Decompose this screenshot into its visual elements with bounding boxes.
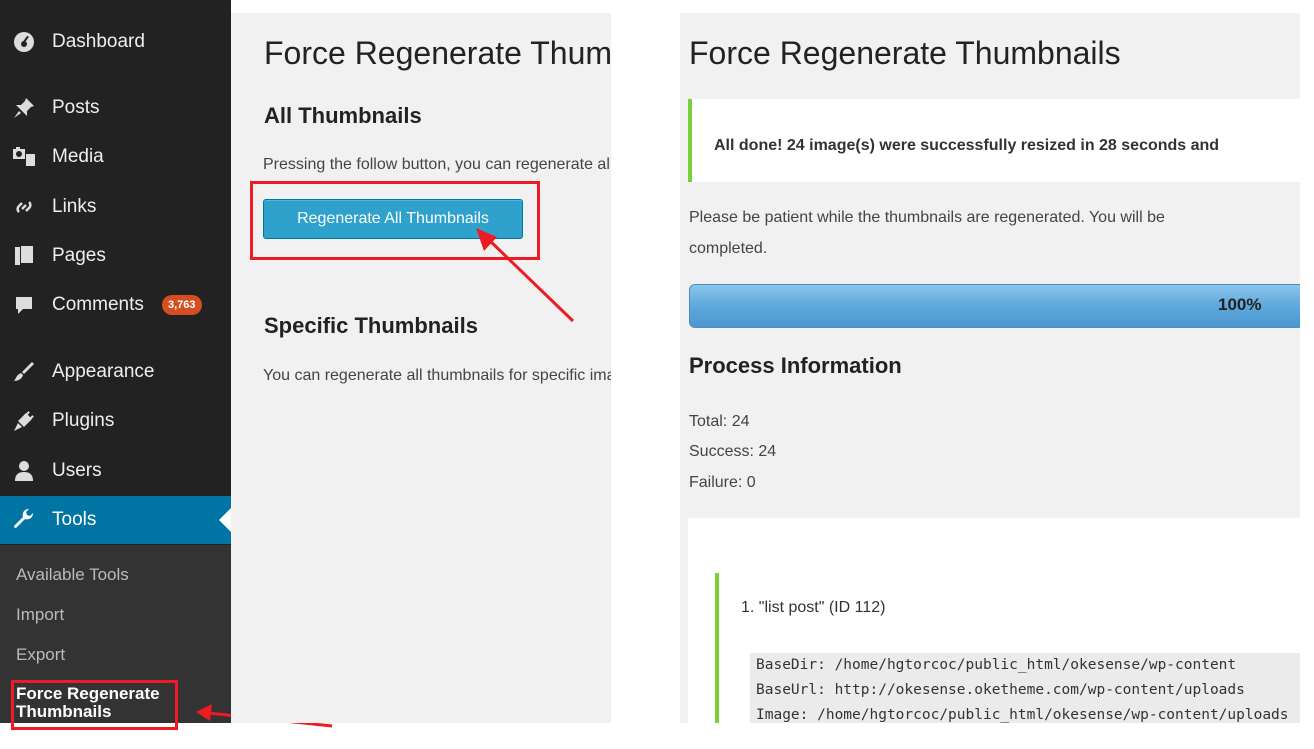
process-log: 1. "list post" (ID 112) BaseDir: /home/h… xyxy=(688,518,1300,723)
page-title: Force Regenerate Thumbnails xyxy=(689,35,1121,71)
right-page-content: Force Regenerate Thumbnails All done! 24… xyxy=(680,13,1300,723)
sidebar-item-label: Comments xyxy=(52,294,144,315)
sidebar-item-links[interactable]: Links xyxy=(0,187,231,227)
progress-label: 100% xyxy=(1218,295,1262,314)
log-line-basedir: BaseDir: /home/hgtorcoc/public_html/okes… xyxy=(750,653,1300,678)
submenu-available-tools[interactable]: Available Tools xyxy=(16,565,129,585)
notice-text: All done! 24 image(s) were successfully … xyxy=(714,137,1220,154)
all-thumbnails-heading: All Thumbnails xyxy=(264,103,422,128)
users-icon xyxy=(11,458,37,484)
sidebar-item-comments[interactable]: Comments 3,763 xyxy=(0,285,231,325)
sidebar-item-tools[interactable]: Tools xyxy=(0,496,231,544)
log-line-baseurl: BaseUrl: http://okesense.oketheme.com/wp… xyxy=(750,678,1300,703)
sidebar-item-label: Dashboard xyxy=(52,31,145,52)
plugin-icon xyxy=(11,408,37,434)
annotation-arrow-icon xyxy=(476,228,575,323)
comment-count-badge: 3,763 xyxy=(162,295,202,315)
specific-thumbnails-heading: Specific Thumbnails xyxy=(264,313,478,338)
submenu-export[interactable]: Export xyxy=(16,645,65,665)
log-entry: 1. "list post" (ID 112) BaseDir: /home/h… xyxy=(715,573,1300,723)
success-notice: All done! 24 image(s) were successfully … xyxy=(688,99,1300,182)
submenu-import[interactable]: Import xyxy=(16,605,64,625)
sidebar-item-posts[interactable]: Posts xyxy=(0,88,231,128)
media-icon xyxy=(11,144,37,170)
sidebar-item-pages[interactable]: Pages xyxy=(0,236,231,276)
sidebar-item-label: Links xyxy=(52,196,97,217)
progress-bar: 100% xyxy=(689,284,1300,328)
active-caret xyxy=(219,508,231,532)
log-entry-title: 1. "list post" (ID 112) xyxy=(741,599,886,616)
sidebar-item-label: Appearance xyxy=(52,361,155,382)
specific-thumbnails-description: You can regenerate all thumbnails for sp… xyxy=(263,367,611,384)
sidebar-item-label: Users xyxy=(52,460,102,481)
sidebar-item-label: Media xyxy=(52,146,104,167)
sidebar-item-appearance[interactable]: Appearance xyxy=(0,352,231,392)
sidebar-item-label: Tools xyxy=(52,509,97,530)
sidebar-item-label: Pages xyxy=(52,245,106,266)
sidebar-item-users[interactable]: Users xyxy=(0,451,231,491)
comment-icon xyxy=(11,292,37,318)
total-count: Total: 24 xyxy=(689,413,750,430)
pin-icon xyxy=(11,95,37,121)
page-title: Force Regenerate Thumbnails xyxy=(264,35,611,71)
pages-icon xyxy=(11,243,37,269)
process-information-heading: Process Information xyxy=(689,353,902,378)
annotation-highlight-box xyxy=(11,680,178,730)
brush-icon xyxy=(11,359,37,385)
log-line-image: Image: /home/hgtorcoc/public_html/okesen… xyxy=(750,703,1300,723)
sidebar-item-plugins[interactable]: Plugins xyxy=(0,401,231,441)
sidebar-item-dashboard[interactable]: Dashboard xyxy=(0,22,231,62)
success-count: Success: 24 xyxy=(689,443,777,460)
patience-message-cont: completed. xyxy=(689,240,768,257)
patience-message: Please be patient while the thumbnails a… xyxy=(689,209,1165,226)
left-page-content: Force Regenerate Thumbnails All Thumbnai… xyxy=(231,13,611,723)
dashboard-icon xyxy=(11,29,37,55)
link-icon xyxy=(11,194,37,220)
sidebar-item-label: Posts xyxy=(52,97,100,118)
progress-fill xyxy=(690,285,1300,327)
sidebar-item-media[interactable]: Media xyxy=(0,137,231,177)
wrench-icon xyxy=(11,507,37,533)
sidebar-item-label: Plugins xyxy=(52,410,115,431)
failure-count: Failure: 0 xyxy=(689,474,756,491)
all-thumbnails-description: Pressing the follow button, you can rege… xyxy=(263,156,611,173)
